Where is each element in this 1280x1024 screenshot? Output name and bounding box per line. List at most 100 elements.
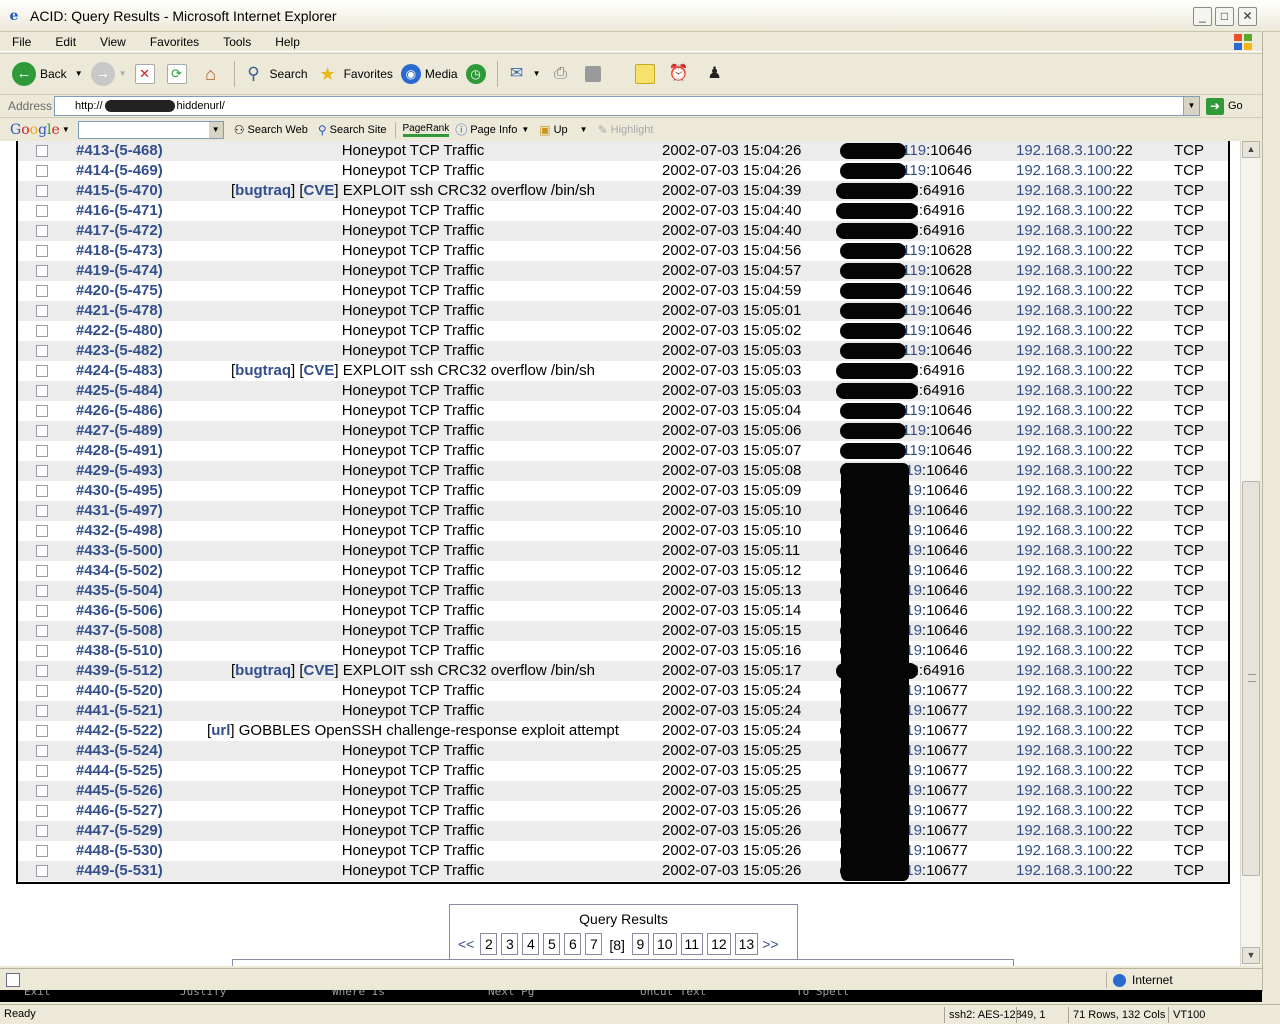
alert-id-link[interactable]: #429-(5-493) (76, 461, 163, 481)
row-checkbox[interactable] (36, 525, 48, 537)
alert-id-link[interactable]: #421-(5-478) (76, 301, 163, 321)
reference-link[interactable]: CVE (304, 362, 335, 379)
media-button[interactable]: ◉ Media (397, 58, 462, 90)
favorites-button[interactable]: ★ Favorites (312, 58, 397, 90)
scroll-thumb[interactable] (1242, 481, 1260, 876)
stop-button[interactable]: ✕ (131, 58, 163, 90)
row-checkbox[interactable] (36, 365, 48, 377)
dest-ip-link[interactable]: 192.168.3.100 (1016, 642, 1112, 659)
address-input[interactable]: http:// hiddenurl/ ▼ (54, 96, 1200, 116)
alert-id-link[interactable]: #438-(5-510) (76, 641, 163, 661)
alert-id-link[interactable]: #427-(5-489) (76, 421, 163, 441)
dest-ip-link[interactable]: 192.168.3.100 (1016, 202, 1112, 219)
alert-id-link[interactable]: #431-(5-497) (76, 501, 163, 521)
alert-id-link[interactable]: #430-(5-495) (76, 481, 163, 501)
row-checkbox[interactable] (36, 505, 48, 517)
alert-id-link[interactable]: #414-(5-469) (76, 161, 163, 181)
dest-ip-link[interactable]: 192.168.3.100 (1016, 842, 1112, 859)
print-button[interactable]: ⎙ (545, 58, 581, 90)
alert-id-link[interactable]: #445-(5-526) (76, 781, 163, 801)
maximize-button[interactable]: □ (1215, 7, 1234, 26)
dest-ip-link[interactable]: 192.168.3.100 (1016, 862, 1112, 879)
menu-file[interactable]: File (0, 35, 43, 49)
alert-id-link[interactable]: #428-(5-491) (76, 441, 163, 461)
dest-ip-link[interactable]: 192.168.3.100 (1016, 802, 1112, 819)
dest-ip-link[interactable]: 192.168.3.100 (1016, 822, 1112, 839)
menu-tools[interactable]: Tools (211, 35, 263, 49)
scroll-down-button[interactable]: ▼ (1242, 947, 1260, 964)
reference-link[interactable]: url (211, 722, 230, 739)
row-checkbox[interactable] (36, 765, 48, 777)
highlight-button[interactable]: ✎ Highlight (598, 123, 654, 137)
dest-ip-link[interactable]: 192.168.3.100 (1016, 542, 1112, 559)
reference-link[interactable]: bugtraq (235, 182, 291, 199)
alert-id-link[interactable]: #442-(5-522) (76, 721, 163, 741)
row-checkbox[interactable] (36, 145, 48, 157)
search-site-button[interactable]: ⚲ Search Site (318, 123, 387, 137)
alert-id-link[interactable]: #416-(5-471) (76, 201, 163, 221)
row-checkbox[interactable] (36, 485, 48, 497)
row-checkbox[interactable] (36, 445, 48, 457)
row-checkbox[interactable] (36, 345, 48, 357)
page-link[interactable]: 12 (707, 933, 731, 955)
dest-ip-link[interactable]: 192.168.3.100 (1016, 182, 1112, 199)
chevron-down-icon[interactable]: ▼ (62, 125, 70, 134)
menu-help[interactable]: Help (263, 35, 312, 49)
row-checkbox[interactable] (36, 645, 48, 657)
page-link[interactable]: 11 (680, 933, 704, 955)
forward-button[interactable]: → ▼ (87, 58, 131, 90)
row-checkbox[interactable] (36, 805, 48, 817)
alert-id-link[interactable]: #420-(5-475) (76, 281, 163, 301)
pagerank-indicator[interactable]: PageRank (402, 123, 450, 137)
alert-id-link[interactable]: #444-(5-525) (76, 761, 163, 781)
dest-ip-link[interactable]: 192.168.3.100 (1016, 762, 1112, 779)
page-link[interactable]: 6 (564, 933, 582, 955)
row-checkbox[interactable] (36, 785, 48, 797)
dest-ip-link[interactable]: 192.168.3.100 (1016, 742, 1112, 759)
row-checkbox[interactable] (36, 585, 48, 597)
row-checkbox[interactable] (36, 425, 48, 437)
alert-id-link[interactable]: #434-(5-502) (76, 561, 163, 581)
alert-id-link[interactable]: #423-(5-482) (76, 341, 163, 361)
reference-link[interactable]: CVE (304, 182, 335, 199)
next-page-link[interactable]: >> (762, 936, 778, 952)
menu-edit[interactable]: Edit (43, 35, 88, 49)
alert-id-link[interactable]: #433-(5-500) (76, 541, 163, 561)
dest-ip-link[interactable]: 192.168.3.100 (1016, 482, 1112, 499)
alert-id-link[interactable]: #443-(5-524) (76, 741, 163, 761)
row-checkbox[interactable] (36, 625, 48, 637)
vertical-scrollbar[interactable]: ▲ ▼ (1240, 141, 1260, 966)
dest-ip-link[interactable]: 192.168.3.100 (1016, 442, 1112, 459)
dest-ip-link[interactable]: 192.168.3.100 (1016, 322, 1112, 339)
dest-ip-link[interactable]: 192.168.3.100 (1016, 162, 1112, 179)
row-checkbox[interactable] (36, 325, 48, 337)
alert-id-link[interactable]: #449-(5-531) (76, 861, 163, 881)
minimize-button[interactable]: _ (1193, 7, 1212, 26)
dest-ip-link[interactable]: 192.168.3.100 (1016, 402, 1112, 419)
chevron-down-icon[interactable]: ▼ (208, 121, 223, 138)
prev-page-link[interactable]: << (458, 936, 474, 952)
alert-id-link[interactable]: #432-(5-498) (76, 521, 163, 541)
row-checkbox[interactable] (36, 545, 48, 557)
alert-id-link[interactable]: #446-(5-527) (76, 801, 163, 821)
row-checkbox[interactable] (36, 465, 48, 477)
reference-link[interactable]: bugtraq (235, 362, 291, 379)
dest-ip-link[interactable]: 192.168.3.100 (1016, 662, 1112, 679)
alert-id-link[interactable]: #441-(5-521) (76, 701, 163, 721)
alert-id-link[interactable]: #424-(5-483) (76, 361, 163, 381)
back-button[interactable]: ← Back ▼ (8, 58, 87, 90)
page-link[interactable]: 4 (522, 933, 540, 955)
dest-ip-link[interactable]: 192.168.3.100 (1016, 362, 1112, 379)
scroll-up-button[interactable]: ▲ (1242, 141, 1260, 158)
row-checkbox[interactable] (36, 665, 48, 677)
row-checkbox[interactable] (36, 405, 48, 417)
menu-view[interactable]: View (88, 35, 138, 49)
dest-ip-link[interactable]: 192.168.3.100 (1016, 382, 1112, 399)
alert-id-link[interactable]: #426-(5-486) (76, 401, 163, 421)
row-checkbox[interactable] (36, 845, 48, 857)
alert-id-link[interactable]: #437-(5-508) (76, 621, 163, 641)
search-button[interactable]: ⚲ Search (238, 58, 312, 90)
row-checkbox[interactable] (36, 285, 48, 297)
row-checkbox[interactable] (36, 825, 48, 837)
dest-ip-link[interactable]: 192.168.3.100 (1016, 602, 1112, 619)
